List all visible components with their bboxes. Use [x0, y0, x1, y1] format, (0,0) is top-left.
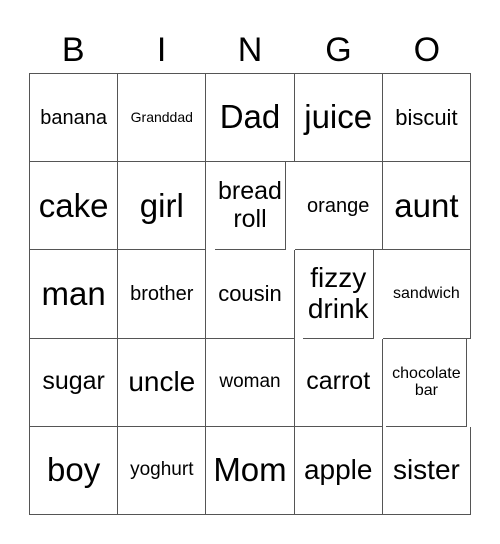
bingo-cell[interactable]: boy [30, 426, 119, 515]
header-letter-o: O [413, 31, 441, 69]
bingo-cell[interactable]: sugar [30, 338, 119, 427]
bingo-cell[interactable]: cousin [206, 250, 295, 339]
bingo-cell[interactable]: Granddad [118, 74, 207, 163]
bingo-cell[interactable]: Mom [206, 426, 295, 515]
header-letter-g: G [325, 31, 352, 69]
bingo-cell[interactable]: cake [30, 162, 119, 251]
bingo-cell[interactable]: sandwich [382, 250, 471, 339]
bingo-cell[interactable]: banana [30, 74, 119, 163]
bingo-cell[interactable]: bread roll [214, 162, 286, 251]
bingo-cell[interactable]: apple [294, 426, 383, 515]
bingo-cell[interactable]: fizzy drink [303, 250, 375, 339]
header-letter-i: I [156, 31, 167, 69]
bingo-grid: banana Granddad Dad juice biscuit cake g… [29, 73, 471, 515]
bingo-cell[interactable]: biscuit [382, 74, 471, 163]
bingo-header: B I N G O [29, 28, 471, 72]
bingo-cell[interactable]: chocolate bar [386, 338, 468, 427]
bingo-cell[interactable]: aunt [382, 162, 471, 251]
bingo-cell[interactable]: sister [382, 426, 471, 515]
bingo-cell[interactable]: man [30, 250, 119, 339]
bingo-cell[interactable]: yoghurt [118, 426, 207, 515]
bingo-cell[interactable]: orange [294, 162, 383, 251]
bingo-cell[interactable]: juice [294, 74, 383, 163]
bingo-cell[interactable]: Dad [206, 74, 295, 163]
bingo-cell[interactable]: brother [118, 250, 207, 339]
bingo-cell[interactable]: carrot [294, 338, 383, 427]
bingo-cell[interactable]: uncle [118, 338, 207, 427]
header-letter-n: N [237, 31, 263, 69]
header-letter-b: B [61, 31, 85, 69]
bingo-cell[interactable]: woman [206, 338, 295, 427]
bingo-cell[interactable]: girl [118, 162, 207, 251]
